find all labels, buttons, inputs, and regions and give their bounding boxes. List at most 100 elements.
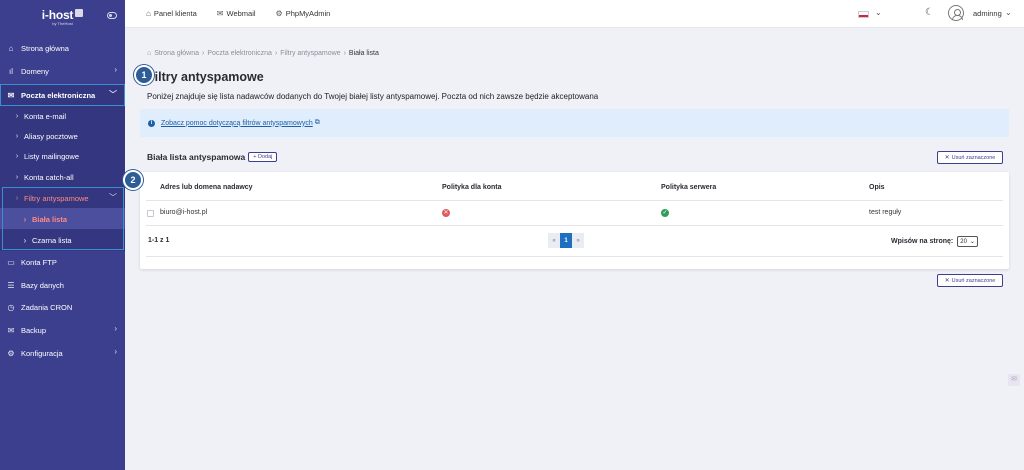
per-page-label: Wpisów na stronę: [891,238,954,245]
add-button[interactable]: + Dodaj [248,152,278,162]
sidebar-item-label: Biała lista [32,214,68,224]
topbar: ⌂ Panel klienta ✉ Webmail ⚙ PhpMyAdmin ⌄… [125,0,1024,28]
row-checkbox[interactable] [147,210,154,217]
gear-icon: ⚙ [7,348,15,358]
chevron-down-icon: ﹀ [109,90,117,99]
sidebar-item-biala-lista[interactable]: › Biała lista [0,208,125,230]
chevron-right-icon: › [15,152,19,160]
breadcrumb-item[interactable]: Strona główna [154,50,199,57]
divider [146,200,1003,201]
sidebar-item-aliasy[interactable]: › Aliasy pocztowe [0,125,125,147]
phpmyadmin-link[interactable]: ⚙ PhpMyAdmin [276,9,331,18]
webmail-link[interactable]: ✉ Webmail [217,9,256,18]
sidebar-item-label: Zadania CRON [21,302,73,312]
sidebar-item-konfiguracja[interactable]: ⚙ Konfiguracja › [0,342,125,364]
sidebar-item-label: Filtry antyspamowe [24,193,89,203]
link-label: PhpMyAdmin [285,9,331,18]
pager-page[interactable]: 1 [560,233,572,248]
sidebar-item-ftp[interactable]: ▭ Konta FTP [0,251,125,273]
link-label: Panel klienta [153,9,197,18]
sidebar-item-label: Konta catch-all [24,172,74,182]
sidebar-item-domeny[interactable]: ıl Domeny › [0,60,125,82]
link-label: Webmail [226,9,256,18]
section-header: Biała lista antyspamowa + Dodaj [147,152,278,162]
per-page-select[interactable]: 20 ⌄ [957,236,978,247]
logo[interactable]: i-host by TheHost [42,8,84,26]
language-flag-icon[interactable] [858,11,869,18]
cube-icon [75,8,84,17]
close-icon: ✕ [944,155,950,161]
chevron-down-icon: ⌄ [969,239,975,245]
divider [146,225,1003,226]
home-icon: ⌂ [8,43,14,53]
sidebar-item-backup[interactable]: ✉ Backup › [0,319,125,341]
sidebar-item-label: Backup [21,325,47,335]
chevron-right-icon: › [114,347,117,356]
blocked-icon: ✕ [442,209,450,217]
chart-icon: ıl [9,66,13,76]
sidebar-item-label: Czarna lista [32,235,72,245]
column-header[interactable]: Polityka dla konta [442,184,502,191]
page-title: Filtry antyspamowe [147,70,264,84]
sidebar-item-konta-email[interactable]: › Konta e-mail [0,105,125,127]
delete-selected-button[interactable]: ✕ Usuń zaznaczone [937,151,1003,164]
whitelist-table: Adres lub domena nadawcy Polityka dla ko… [140,172,1009,269]
record-count: 1-1 z 1 [148,237,170,244]
chevron-right-icon: › [15,194,19,202]
sidebar-item-label: Strona główna [21,43,69,53]
column-header[interactable]: Polityka serwera [661,184,716,191]
sidebar-item-label: Konfiguracja [21,348,63,358]
sidebar: i-host by TheHost ⌂ Strona główna ıl Dom… [0,0,125,470]
breadcrumb-item[interactable]: Poczta elektroniczna [207,50,272,57]
chevron-right-icon: › [114,324,117,333]
pager-next[interactable]: » [572,233,584,248]
breadcrumb-item[interactable]: Filtry antyspamowe [280,50,340,57]
home-icon[interactable]: ⌂ [147,50,151,57]
sidebar-item-label: Bazy danych [21,280,64,290]
chevron-down-icon[interactable]: ⌄ [875,8,882,17]
panel-klienta-link[interactable]: ⌂ Panel klienta [146,9,197,18]
sidebar-item-label: Domeny [21,66,49,76]
sidebar-item-home[interactable]: ⌂ Strona główna [0,37,125,59]
per-page: Wpisów na stronę: 20 ⌄ [891,236,978,247]
backup-icon: ✉ [7,325,15,335]
column-header[interactable]: Adres lub domena nadawcy [160,184,253,191]
sidebar-item-poczta[interactable]: ✉ Poczta elektroniczna ﹀ [0,84,125,106]
mail-icon[interactable]: ✉ [1008,374,1020,386]
sidebar-item-filtry[interactable]: › Filtry antyspamowe ﹀ [0,187,125,209]
sidebar-item-label: Konta e-mail [24,111,67,121]
delete-selected-button[interactable]: ✕ Usuń zaznaczone [937,274,1003,287]
rule-description: test reguły [869,209,902,216]
brand: i-host by TheHost [0,0,125,34]
sidebar-toggle[interactable] [107,12,117,19]
sidebar-item-bazy[interactable]: ☰ Bazy danych [0,274,125,296]
gear-icon: ⚙ [275,9,283,18]
column-header[interactable]: Opis [869,184,885,191]
home-icon: ⌂ [146,9,151,18]
breadcrumb: ⌂ Strona główna › Poczta elektroniczna › F… [147,50,379,57]
section-title: Biała lista antyspamowa [147,152,246,162]
chevron-right-icon: › [15,173,19,181]
allowed-icon: ✓ [661,209,669,217]
pager-prev[interactable]: « [548,233,560,248]
sidebar-item-listy[interactable]: › Listy mailingowe [0,145,125,167]
external-link-icon: ⧉ [314,119,320,126]
chevron-right-icon: › [114,65,117,74]
avatar[interactable] [948,5,964,21]
help-link[interactable]: Zobacz pomoc dotyczącą filtrów antyspamo… [161,120,313,127]
sidebar-item-cron[interactable]: ◷ Zadania CRON [0,296,125,318]
sidebar-item-catch-all[interactable]: › Konta catch-all [0,166,125,188]
database-icon: ☰ [7,280,15,290]
theme-toggle-icon[interactable]: ☾ [925,7,934,18]
pagination: « 1 » [548,233,584,248]
chevron-down-icon[interactable]: ⌄ [1005,8,1012,17]
sidebar-item-label: Konta FTP [21,257,57,267]
info-icon: i [148,119,155,127]
sidebar-item-czarna-lista[interactable]: › Czarna lista [0,229,125,251]
divider [146,256,1003,257]
username[interactable]: adminng [973,9,1002,18]
info-alert: i Zobacz pomoc dotyczącą filtrów antyspa… [140,109,1009,137]
chevron-right-icon: › [23,235,27,245]
sidebar-item-label: Listy mailingowe [24,151,80,161]
mail-icon: ✉ [216,9,224,18]
